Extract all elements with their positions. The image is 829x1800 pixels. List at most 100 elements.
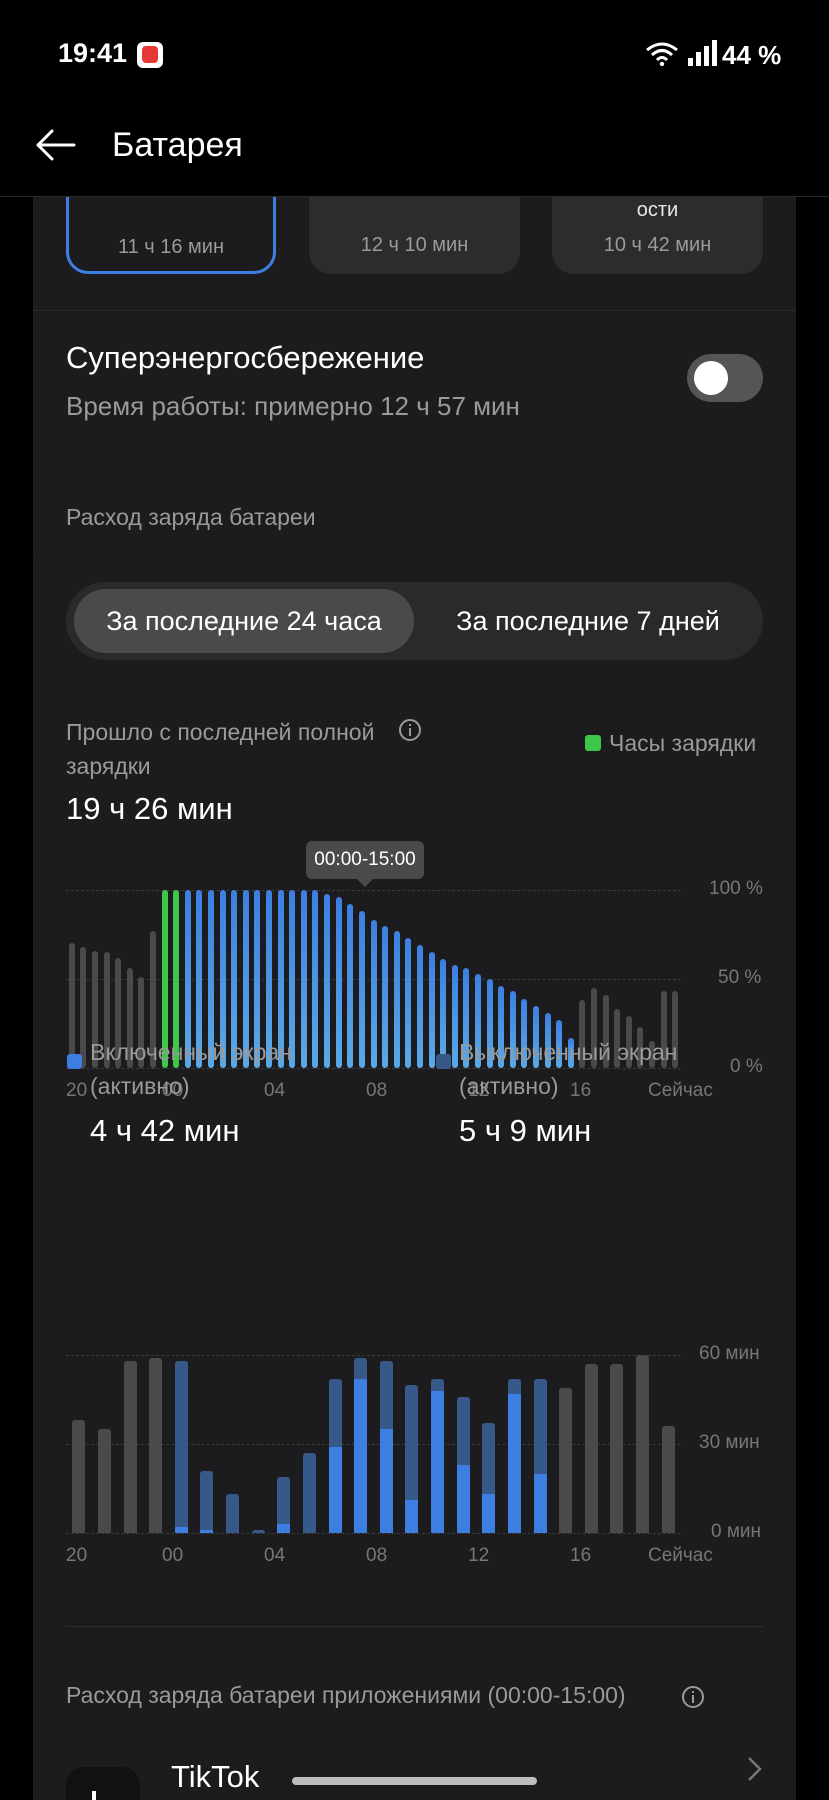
battery-percent: 44 %	[722, 40, 782, 70]
screen-off-swatch	[436, 1054, 451, 1069]
mode-name: ости	[636, 199, 679, 221]
mode-option-1[interactable]: 11 ч 16 мин	[66, 197, 276, 274]
screen-bar-other	[123, 1360, 137, 1533]
screen-bar-other	[149, 1357, 163, 1533]
home-indicator[interactable]	[292, 1777, 537, 1785]
screen-bar-on	[431, 1390, 445, 1533]
screen-bar-on	[174, 1527, 188, 1533]
page-title: Батарея	[112, 126, 243, 164]
screen-bar-off	[507, 1378, 521, 1394]
super-saver-subtitle: Время работы: примерно 12 ч 57 мин	[66, 391, 520, 421]
mode-time: 11 ч 16 мин	[117, 236, 225, 258]
mode-time: 12 ч 10 мин	[360, 234, 469, 256]
battery-bar	[382, 925, 389, 1068]
yandex-notification-icon	[137, 42, 163, 68]
screen-bar-on	[456, 1464, 470, 1533]
screen-bar-on	[354, 1378, 368, 1533]
usage-section-title: Расход заряда батареи	[66, 504, 316, 530]
screen-on-swatch	[67, 1054, 82, 1069]
screen-bar-off	[226, 1494, 240, 1533]
since-full-label: Прошло с последней полной зарядки	[66, 719, 375, 779]
tab-24h[interactable]: За последние 24 часа	[74, 589, 414, 653]
screen-bar-other	[97, 1429, 111, 1533]
info-icon[interactable]	[681, 1685, 705, 1709]
info-icon[interactable]	[398, 718, 422, 742]
screen-bar-off	[482, 1423, 496, 1495]
grid-line	[66, 890, 681, 891]
back-arrow-icon[interactable]	[34, 127, 78, 163]
battery-bar	[358, 911, 365, 1068]
signal-icon	[688, 40, 717, 66]
apps-section-title: Расход заряда батареи приложениями (00:0…	[66, 1682, 626, 1708]
screen-bar-other	[559, 1387, 573, 1533]
charging-legend-swatch	[585, 735, 601, 751]
app-row-tiktok[interactable]: TikTok	[33, 1737, 796, 1800]
battery-bar	[428, 952, 435, 1068]
x-tick-label: 12	[468, 1545, 490, 1566]
divider	[66, 1626, 763, 1627]
x-tick-label: 08	[366, 1080, 388, 1101]
battery-bar	[80, 946, 87, 1068]
screen-off-value: 5 ч 9 мин	[459, 1113, 592, 1148]
battery-bar	[451, 964, 458, 1068]
screen-bar-on	[482, 1494, 496, 1533]
screen-bar-on	[405, 1500, 419, 1533]
screen-bar-off	[354, 1357, 368, 1379]
screen-on-value: 4 ч 42 мин	[90, 1113, 240, 1148]
x-tick-label: 00	[162, 1545, 184, 1566]
scroll-content[interactable]: 11 ч 16 мин 12 ч 10 мин ости 10 ч 42 мин…	[0, 197, 829, 1800]
charging-legend-label: Часы зарядки	[609, 730, 757, 756]
status-bar: 19:41 44 %	[0, 0, 829, 105]
app-name: TikTok	[171, 1759, 260, 1794]
period-tabs: За последние 24 часа За последние 7 дней	[66, 582, 763, 660]
tooltip-arrow	[357, 879, 373, 887]
since-full-value: 19 ч 26 мин	[66, 791, 233, 826]
battery-bar	[393, 930, 400, 1068]
screen-bar-off	[328, 1378, 342, 1447]
screen-bar-off	[533, 1378, 547, 1474]
y-tick-label: 30 мин	[699, 1432, 760, 1453]
screen-bar-other	[661, 1426, 675, 1533]
x-tick-label: 16	[570, 1545, 592, 1566]
screen-bar-off	[431, 1378, 445, 1391]
x-tick-label: 08	[366, 1545, 388, 1566]
chevron-right-icon	[748, 1757, 762, 1781]
battery-bar	[370, 920, 377, 1068]
x-tick-label: 20	[66, 1545, 88, 1566]
screen-bar-other	[636, 1355, 650, 1533]
x-tick-label: Сейчас	[648, 1545, 713, 1566]
screen-bar-on	[277, 1524, 291, 1533]
y-tick-label: 0 %	[730, 1056, 763, 1077]
screen-bar-on	[328, 1446, 342, 1533]
tab-7d-label: За последние 7 дней	[456, 606, 720, 636]
battery-bar	[68, 943, 75, 1068]
screen-bar-off	[379, 1360, 393, 1430]
battery-bar	[416, 945, 423, 1068]
screen-off-label: Выключенный экран (активно)	[459, 1039, 678, 1099]
mode-time: 10 ч 42 мин	[603, 234, 712, 256]
divider	[33, 310, 796, 311]
screen-on-label: Включенный экран (активно)	[90, 1039, 292, 1099]
y-tick-label: 60 мин	[699, 1343, 760, 1364]
screen-bar-other	[610, 1363, 624, 1533]
super-saver-toggle[interactable]	[687, 354, 763, 402]
super-saver-title: Суперэнергосбережение	[66, 340, 425, 375]
screen-bar-off	[200, 1470, 214, 1531]
tab-7d[interactable]: За последние 7 дней	[418, 589, 758, 653]
mode-option-2[interactable]: 12 ч 10 мин	[309, 197, 520, 274]
grid-line	[66, 1533, 681, 1534]
y-tick-label: 0 мин	[711, 1521, 762, 1542]
y-tick-label: 100 %	[709, 878, 763, 899]
y-tick-label: 50 %	[718, 967, 762, 988]
screen-bar-off	[277, 1476, 291, 1525]
screen-bar-other	[584, 1363, 598, 1533]
screen-bar-off	[456, 1396, 470, 1465]
x-tick-label: 04	[264, 1545, 286, 1566]
grid-line	[66, 1355, 681, 1356]
screen-time-chart[interactable]: 60 мин 30 мин 0 мин 20 00 04 08 12 16 Сейчас	[66, 1343, 763, 1566]
screen-bar-off	[251, 1530, 265, 1533]
mode-option-3[interactable]: ости 10 ч 42 мин	[552, 197, 763, 274]
battery-bar	[440, 959, 447, 1068]
screen-bar-on	[507, 1393, 521, 1533]
chart-tooltip: 00:00-15:00	[306, 841, 424, 879]
